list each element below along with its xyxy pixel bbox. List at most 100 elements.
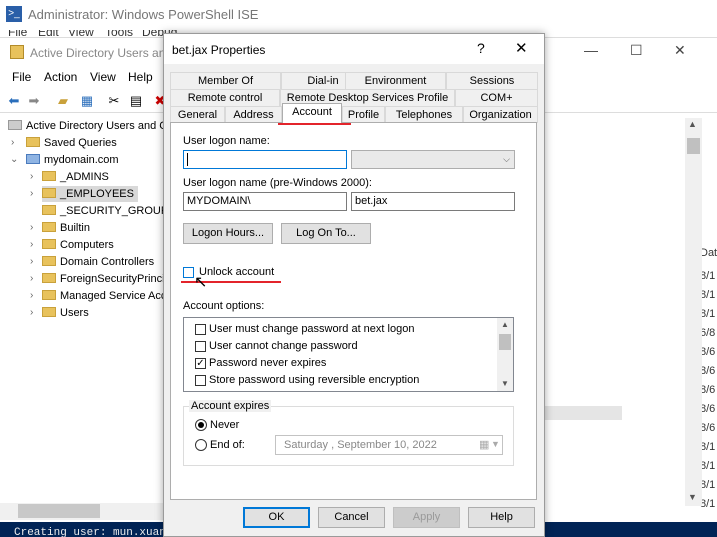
upn-suffix-dropdown[interactable]: ⌵ (351, 150, 515, 169)
option-label[interactable]: User must change password at next logon (209, 323, 414, 335)
tree-item-managed-service[interactable]: Managed Service Accounts (42, 288, 164, 304)
option-checkbox-checked[interactable]: ✓ (195, 358, 206, 369)
logon-hours-button[interactable]: Logon Hours... (183, 223, 273, 244)
folder-icon (42, 307, 56, 318)
menu-view[interactable]: View (90, 70, 116, 84)
option-checkbox[interactable] (195, 375, 206, 386)
tree-saved-queries[interactable]: Saved Queries (26, 135, 117, 151)
maximize-icon[interactable]: ☐ (630, 42, 643, 59)
tree-item-label: _EMPLOYEES (60, 188, 134, 200)
chevron-right-icon[interactable]: › (30, 171, 33, 182)
folder-icon (42, 290, 56, 301)
tab-member-of[interactable]: Member Of (170, 72, 281, 89)
chevron-down-icon: ⌵ (503, 154, 510, 164)
account-tab-annotation (278, 123, 351, 125)
chevron-down-icon[interactable]: ⌄ (10, 154, 18, 165)
never-radio[interactable] (195, 419, 207, 431)
up-folder-icon[interactable]: ▰ (55, 93, 71, 109)
tab-general[interactable]: General (170, 106, 225, 123)
pre2000-label: User logon name (pre-Windows 2000): (183, 177, 372, 189)
chevron-right-icon[interactable]: › (30, 273, 33, 284)
tree-item-security-groups[interactable]: _SECURITY_GROUPS (42, 203, 165, 219)
tree-item-admins[interactable]: _ADMINS (42, 169, 109, 185)
menu-help[interactable]: Help (128, 70, 153, 84)
ok-button[interactable]: OK (243, 507, 310, 528)
tree-item-employees[interactable]: _EMPLOYEES (42, 186, 138, 202)
tree-item-computers[interactable]: Computers (42, 237, 114, 253)
option-checkbox[interactable] (195, 341, 206, 352)
chevron-right-icon[interactable]: › (30, 188, 33, 199)
chevron-right-icon[interactable]: › (11, 137, 14, 148)
tree-item-label: ForeignSecurityPrincipals (60, 273, 165, 285)
tree-pane: Active Directory Users and Computers Sav… (0, 114, 165, 509)
chevron-down-icon[interactable]: ▼ (501, 379, 509, 388)
copy-icon[interactable]: ▤ (128, 93, 144, 109)
date-column-header[interactable]: Date (700, 247, 717, 259)
tab-organization[interactable]: Organization (463, 106, 538, 123)
tree-item-users[interactable]: Users (42, 305, 89, 321)
tree-item-domain-controllers[interactable]: Domain Controllers (42, 254, 154, 270)
option-label[interactable]: Store password using reversible encrypti… (209, 374, 419, 386)
chevron-right-icon[interactable]: › (30, 256, 33, 267)
date-cell: 8/6 (700, 365, 716, 377)
pre2000-username-input[interactable]: bet.jax (351, 192, 515, 211)
chevron-right-icon[interactable]: › (30, 290, 33, 301)
cancel-button[interactable]: Cancel (318, 507, 385, 528)
scroll-down-arrow-icon[interactable]: ▼ (688, 492, 697, 502)
chevron-right-icon[interactable]: › (30, 307, 33, 318)
tree-root[interactable]: Active Directory Users and Computers (8, 118, 164, 134)
tree-item-label: Domain Controllers (60, 256, 155, 268)
forward-icon[interactable]: ➡ (26, 93, 42, 109)
logon-name-input[interactable] (183, 150, 347, 169)
tab-account[interactable]: Account (282, 103, 342, 123)
tree-item-label: _SECURITY_GROUPS (60, 205, 165, 217)
tree-item-foreign-security[interactable]: ForeignSecurityPrincipals (42, 271, 165, 287)
tab-sessions[interactable]: Sessions (446, 72, 538, 89)
never-label[interactable]: Never (210, 419, 239, 431)
help-button[interactable]: Help (468, 507, 535, 528)
end-date-value: Saturday , September 10, 2022 (284, 439, 437, 451)
tab-telephones[interactable]: Telephones (385, 106, 463, 123)
options-scroll-thumb[interactable] (499, 334, 511, 350)
calendar-icon: ▦ (479, 439, 490, 451)
details-scroll-thumb[interactable] (687, 138, 700, 154)
close-icon[interactable]: ✕ (674, 42, 686, 59)
chevron-right-icon[interactable]: › (30, 222, 33, 233)
unlock-account-label[interactable]: Unlock account (199, 266, 274, 278)
tree-item-label: Builtin (60, 222, 90, 234)
end-of-radio[interactable] (195, 439, 207, 451)
chevron-up-icon[interactable]: ▲ (501, 320, 509, 329)
logon-name-label: User logon name: (183, 135, 270, 147)
date-cell: 8/6 (700, 346, 716, 358)
ou-folder-icon (42, 188, 56, 199)
show-tree-icon[interactable]: ▦ (79, 93, 95, 109)
chevron-right-icon[interactable]: › (30, 239, 33, 250)
tab-environment[interactable]: Environment (345, 72, 446, 89)
ise-title: Administrator: Windows PowerShell ISE (28, 7, 259, 22)
log-on-to-button[interactable]: Log On To... (281, 223, 371, 244)
minimize-icon[interactable]: — (584, 42, 598, 58)
tab-profile[interactable]: Profile (342, 106, 385, 123)
tree-item-builtin[interactable]: Builtin (42, 220, 90, 236)
option-label[interactable]: Password never expires (209, 357, 326, 369)
tab-address[interactable]: Address (225, 106, 282, 123)
tab-com-plus[interactable]: COM+ (455, 89, 538, 106)
unlock-account-checkbox[interactable] (183, 267, 194, 278)
dialog-close-icon[interactable]: ✕ (515, 39, 528, 57)
menu-action[interactable]: Action (44, 70, 77, 84)
menu-file[interactable]: File (12, 70, 31, 84)
ou-folder-icon (42, 171, 56, 182)
tree-scroll-thumb[interactable] (18, 504, 100, 518)
details-vertical-scrollbar[interactable] (685, 118, 702, 506)
tab-remote-control[interactable]: Remote control (170, 89, 280, 106)
folder-icon (26, 137, 40, 148)
cut-icon[interactable]: ✂ (106, 93, 122, 109)
end-of-label[interactable]: End of: (210, 439, 245, 451)
back-icon[interactable]: ⬅ (6, 93, 22, 109)
help-icon[interactable]: ? (477, 40, 485, 56)
option-label[interactable]: User cannot change password (209, 340, 358, 352)
scroll-up-arrow-icon[interactable]: ▲ (688, 119, 697, 129)
tree-domain[interactable]: mydomain.com (26, 152, 119, 168)
date-cell: 8/6 (700, 384, 716, 396)
option-checkbox[interactable] (195, 324, 206, 335)
